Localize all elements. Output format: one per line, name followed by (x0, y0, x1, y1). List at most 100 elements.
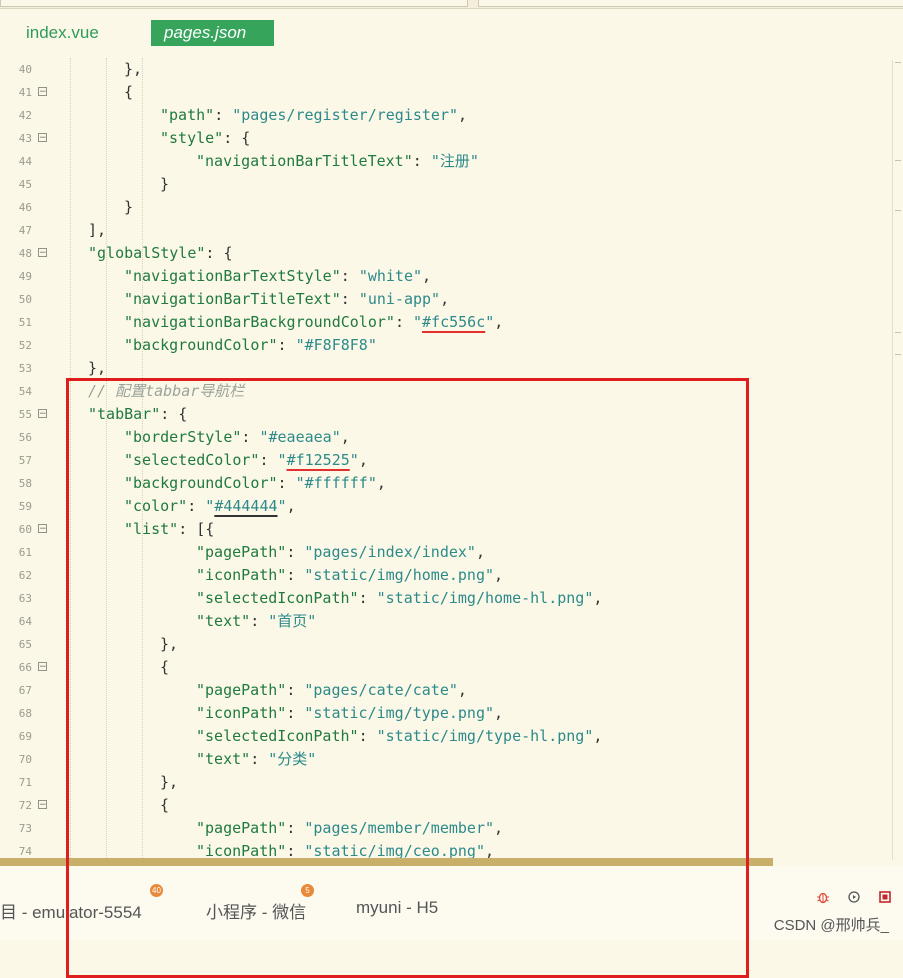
code-line[interactable]: 43− "style": { (0, 127, 890, 150)
code-line[interactable]: 44 "navigationBarTitleText": "注册" (0, 150, 890, 173)
code-line[interactable]: 45} (0, 173, 890, 196)
code-line[interactable]: 61 "pagePath": "pages/index/index", (0, 541, 890, 564)
code-text: "text": "首页" (196, 610, 316, 633)
code-line[interactable]: 60− "list": [{ (0, 518, 890, 541)
code-line[interactable]: 62 "iconPath": "static/img/home.png", (0, 564, 890, 587)
code-line[interactable]: 42 "path": "pages/register/register", (0, 104, 890, 127)
code-text: "text": "分类" (196, 748, 316, 771)
fold-toggle-icon[interactable]: − (38, 133, 47, 143)
line-number: 40 (18, 63, 32, 76)
refresh-icon[interactable] (846, 890, 862, 906)
line-number: 53 (18, 362, 32, 375)
code-line[interactable]: 51 "navigationBarBackgroundColor": "#fc55… (0, 311, 890, 334)
code-token: "text" (196, 750, 251, 768)
code-token: , (593, 589, 603, 607)
line-number: 57 (18, 454, 32, 467)
code-line[interactable]: 56 "borderStyle": "#eaeaea", (0, 426, 890, 449)
code-token: , (494, 704, 504, 722)
code-line[interactable]: 52 "backgroundColor": "#F8F8F8" (0, 334, 890, 357)
code-line[interactable]: 63 "selectedIconPath": "static/img/home-h… (0, 587, 890, 610)
code-line[interactable]: 47], (0, 219, 890, 242)
tab-index-vue[interactable]: index.vue (26, 20, 99, 46)
line-number: 73 (18, 822, 32, 835)
fold-toggle-icon[interactable]: − (38, 524, 47, 534)
code-line[interactable]: 59 "color": "#444444", (0, 495, 890, 518)
code-token: "pages/register/register" (232, 106, 459, 124)
code-token: : (286, 704, 305, 722)
code-token: " (277, 451, 287, 469)
code-line[interactable]: 46} (0, 196, 890, 219)
code-text: { (160, 794, 169, 817)
code-token: : (286, 543, 305, 561)
code-line[interactable]: 57 "selectedColor": "#f12525", (0, 449, 890, 472)
code-line[interactable]: 67 "pagePath": "pages/cate/cate", (0, 679, 890, 702)
code-token: , (286, 497, 296, 515)
code-line[interactable]: 68 "iconPath": "static/img/type.png", (0, 702, 890, 725)
code-token: : (286, 819, 305, 837)
bug-icon[interactable] (815, 890, 831, 906)
line-number: 64 (18, 615, 32, 628)
code-token: "static/img/type-hl.png" (376, 727, 594, 745)
fold-toggle-icon[interactable]: − (38, 662, 47, 672)
code-token: }, (160, 773, 179, 791)
code-token: , (475, 543, 485, 561)
code-line[interactable]: 48− "globalStyle": { (0, 242, 890, 265)
code-token: " (349, 451, 359, 469)
code-line[interactable]: 55− "tabBar": { (0, 403, 890, 426)
code-line[interactable]: 53}, (0, 357, 890, 380)
code-editor[interactable]: 40}, 41−{42 "path": "pages/register/regist… (0, 58, 903, 858)
code-line[interactable]: 66− { (0, 656, 890, 679)
code-token: : { (160, 405, 188, 423)
line-number: 41 (18, 86, 32, 99)
code-line[interactable]: 58 "backgroundColor": "#ffffff", (0, 472, 890, 495)
tab-pages-json[interactable]: pages.json (151, 20, 275, 46)
code-token: "pages/cate/cate" (304, 681, 458, 699)
code-token: "navigationBarBackgroundColor" (124, 313, 395, 331)
code-text: "navigationBarTitleText": "uni-app", (124, 288, 449, 311)
fold-toggle-icon[interactable]: − (38, 87, 47, 97)
code-token: "tabBar" (88, 405, 161, 423)
code-line[interactable]: 64 "text": "首页" (0, 610, 890, 633)
code-token: : (394, 313, 413, 331)
code-token: "#F8F8F8" (295, 336, 377, 354)
code-text: "backgroundColor": "#ffffff", (124, 472, 386, 495)
code-line[interactable]: 65}, (0, 633, 890, 656)
code-line[interactable]: 74 "iconPath": "static/img/ceo.png", (0, 840, 890, 858)
code-token: , (340, 428, 350, 446)
code-text: ], (88, 219, 106, 242)
status-item-wechat[interactable]: 小程序 - 微信 (206, 898, 306, 923)
code-line[interactable]: 54 // 配置tabbar导航栏 (0, 380, 890, 403)
code-token: "path" (160, 106, 215, 124)
code-token: "uni-app" (358, 290, 441, 308)
code-line[interactable]: 49 "navigationBarTextStyle": "white", (0, 265, 890, 288)
code-token: "navigationBarTitleText" (196, 152, 413, 170)
code-token: { (124, 83, 134, 101)
fold-toggle-icon[interactable]: − (38, 248, 47, 258)
status-item-h5[interactable]: myuni - H5 (356, 898, 438, 918)
code-token: : (340, 290, 359, 308)
code-text: "globalStyle": { (88, 242, 233, 265)
code-token: }, (160, 635, 179, 653)
code-token: " (485, 313, 495, 331)
fold-toggle-icon[interactable]: − (38, 409, 47, 419)
code-token: { (160, 658, 170, 676)
toolbar-field-left[interactable] (0, 0, 468, 7)
code-line[interactable]: 70 "text": "分类" (0, 748, 890, 771)
line-number: 48 (18, 247, 32, 260)
horizontal-scrollbar[interactable] (0, 858, 773, 866)
code-line[interactable]: 73 "pagePath": "pages/member/member", (0, 817, 890, 840)
code-token: : (214, 106, 233, 124)
code-token: "color" (124, 497, 188, 515)
fold-toggle-icon[interactable]: − (38, 800, 47, 810)
code-line[interactable]: 71}, (0, 771, 890, 794)
stop-icon[interactable] (877, 890, 893, 906)
code-line[interactable]: 50 "navigationBarTitleText": "uni-app", (0, 288, 890, 311)
code-line[interactable]: 41− { (0, 81, 890, 104)
code-line[interactable]: 69 "selectedIconPath": "static/img/type-h… (0, 725, 890, 748)
code-token: : { (205, 244, 233, 262)
code-line[interactable]: 40}, (0, 58, 890, 81)
code-line[interactable]: 72− { (0, 794, 890, 817)
code-text: "borderStyle": "#eaeaea", (124, 426, 350, 449)
toolbar-field-right[interactable] (478, 0, 903, 7)
status-item-emulator[interactable]: 目 - emulator-5554 (0, 898, 142, 923)
